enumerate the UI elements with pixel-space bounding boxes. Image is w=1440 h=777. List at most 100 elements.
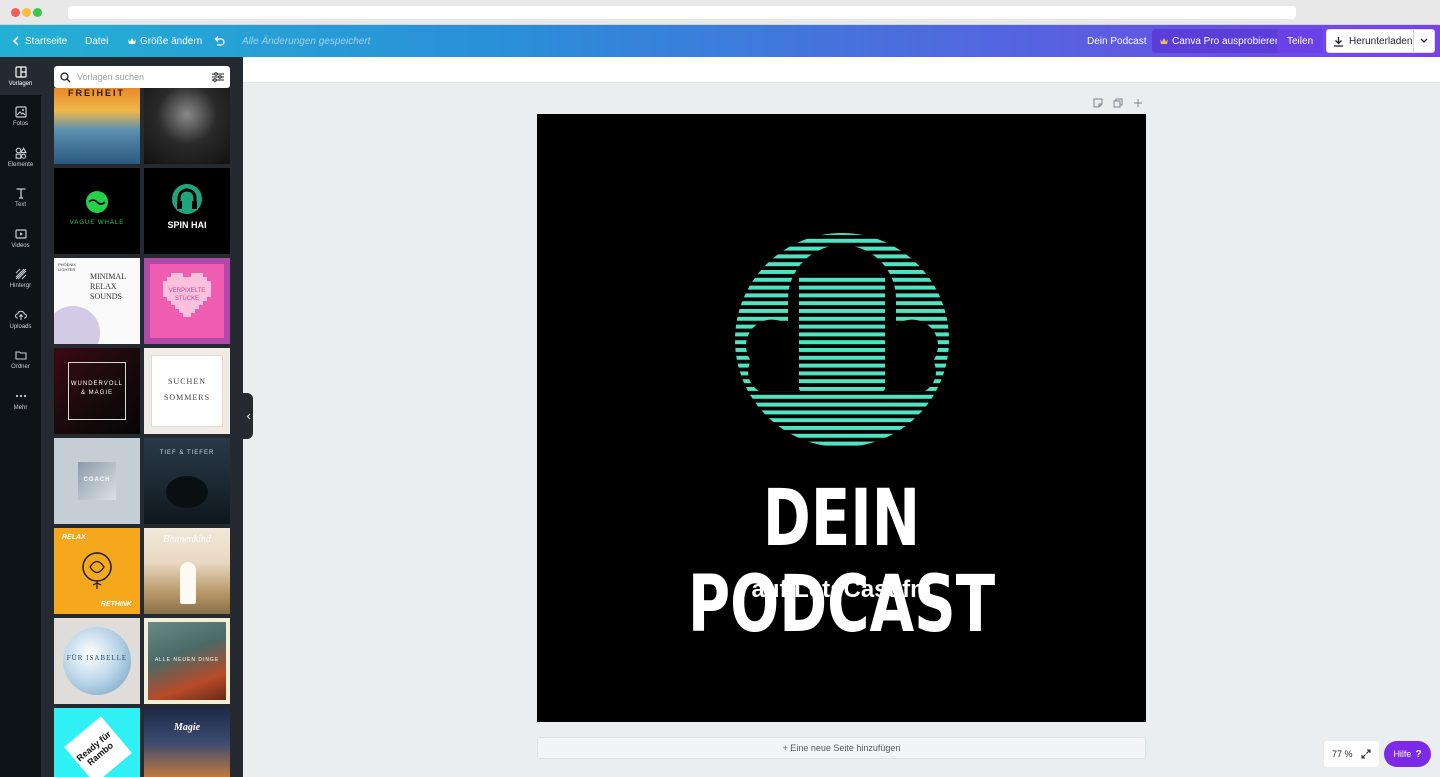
download-button[interactable]: Herunterladen [1326,29,1420,53]
template-subcaption: RETHINK [100,601,132,608]
template-thumbnail[interactable]: TIEF & TIEFER [144,438,230,524]
rail-label: Vorlagen [8,80,33,87]
template-thumbnail[interactable]: FREIHEIT [54,88,140,164]
template-caption: Magie [173,722,201,733]
template-figure [180,562,196,604]
rail-item-photos[interactable]: Fotos [0,97,41,135]
folder-icon [14,350,27,360]
template-search[interactable] [54,66,230,88]
file-menu-button[interactable]: Datei [85,25,108,57]
browser-chrome [0,0,1440,25]
headphones-icon [172,184,202,214]
template-thumbnail[interactable]: VAGUE WHALE [54,168,140,254]
rail-label: Videos [11,242,30,249]
url-bar[interactable] [68,6,1296,19]
crown-icon [128,38,136,44]
template-caption: SPIN HAI [167,220,207,230]
canvas-title[interactable]: DEIN PODCAST [616,476,1067,648]
template-shape [166,476,208,508]
page-tools [1093,98,1143,112]
save-status: Alle Änderungen gespeichert [242,35,371,47]
zoom-level[interactable]: 77 % [1332,749,1353,759]
template-thumbnail[interactable]: Blumenkind [144,528,230,614]
upload-icon [14,310,27,320]
background-icon [15,268,26,279]
shapes-icon [15,146,27,159]
template-caption: FÜR ISABELLE [66,654,128,662]
chevron-left-icon [246,413,250,419]
help-label: Hilfe [1393,749,1412,759]
add-page-button[interactable]: + Eine neue Seite hinzufügen [537,737,1146,759]
template-caption: SUCHEN [167,377,206,386]
rail-item-more[interactable]: Mehr [0,381,41,419]
canva-pro-button[interactable]: Canva Pro ausprobieren [1152,29,1289,53]
add-page-icon[interactable] [1133,98,1143,108]
template-caption: Blumenkind [163,534,211,545]
help-button[interactable]: Hilfe ? [1384,741,1431,767]
rail-item-templates[interactable]: Vorlagen [0,57,41,95]
template-thumbnail[interactable]: PHOENIX LIGHTER MINIMAL RELAX SOUNDS [54,258,140,344]
template-thumbnail[interactable]: WUNDERVOLL & MAGIE [54,348,140,434]
crown-icon [1160,38,1168,44]
search-icon [60,71,71,82]
template-caption: WUNDERVOLL & MAGIE [70,381,124,396]
rail-label: Fotos [12,120,28,127]
template-small-caption: PHOENIX LIGHTER [58,262,77,272]
duplicate-icon[interactable] [1113,98,1123,108]
template-thumbnail[interactable]: Magie [144,708,230,777]
template-thumbnail[interactable] [144,88,230,164]
more-icon [15,394,26,397]
collapse-panel-button[interactable] [243,393,253,439]
template-thumbnail[interactable]: COACH [54,438,140,524]
note-icon[interactable] [1093,98,1103,108]
download-label: Herunterladen [1349,35,1413,47]
rail-item-elements[interactable]: Elemente [0,138,41,176]
rail-item-folders[interactable]: Ordner [0,340,41,378]
close-window-icon[interactable] [11,8,20,17]
minimize-window-icon[interactable] [22,8,31,17]
template-caption: VAGUE WHALE [69,220,125,226]
canvas-subtitle[interactable]: auf LetsCast.fm [537,576,1146,604]
canva-pro-label: Canva Pro ausprobieren [1172,35,1281,47]
fullscreen-icon[interactable] [1360,749,1371,759]
template-caption: RELAX [62,534,86,541]
maximize-window-icon[interactable] [33,8,42,17]
rail-label: Ordner [11,363,30,370]
rail-item-videos[interactable]: Videos [0,219,41,257]
filter-icon[interactable] [212,72,224,82]
home-button[interactable]: Startseite [12,25,67,57]
rail-label: Uploads [9,323,32,330]
rail-item-text[interactable]: Text [0,178,41,216]
rail-label: Hintergr [9,282,32,289]
decorative-circle [54,306,100,344]
search-input[interactable] [77,72,206,82]
download-options-button[interactable] [1413,29,1435,53]
template-thumbnail[interactable]: RELAX RETHINK [54,528,140,614]
rail-label: Mehr [13,404,28,411]
zoom-control[interactable]: 77 % [1324,741,1379,767]
rose-icon [82,552,112,589]
rail-item-uploads[interactable]: Uploads [0,300,41,338]
template-caption: ALLE NEUEN DINGE [154,657,220,663]
undo-button[interactable] [213,25,225,57]
template-caption: MINIMAL RELAX SOUNDS [90,272,126,301]
wave-logo-icon [86,191,108,213]
resize-button[interactable]: Größe ändern [128,25,202,57]
share-button[interactable]: Teilen [1277,29,1324,53]
top-toolbar: Startseite Datei Größe ändern Alle Änder… [0,25,1440,57]
template-thumbnail[interactable]: VERPIXELTE STÜCKE [144,258,230,344]
template-thumbnail[interactable]: SUCHEN SOMMERS [144,348,230,434]
template-thumbnail[interactable]: FÜR ISABELLE [54,618,140,704]
template-thumbnail[interactable]: ALLE NEUEN DINGE [144,618,230,704]
rail-item-background[interactable]: Hintergr [0,259,41,297]
template-caption: TIEF & TIEFER [159,450,215,456]
undo-icon [214,36,225,46]
design-canvas[interactable]: DEIN PODCAST auf LetsCast.fm [537,114,1146,722]
chevron-left-icon [12,36,19,46]
design-name[interactable]: Dein Podcast [1087,25,1146,57]
template-caption: COACH [83,477,111,483]
rail-label: Elemente [7,161,34,168]
template-thumbnail[interactable]: Ready für Rambo [54,708,140,777]
template-subcaption: SOMMERS [163,393,211,402]
template-thumbnail[interactable]: SPIN HAI [144,168,230,254]
